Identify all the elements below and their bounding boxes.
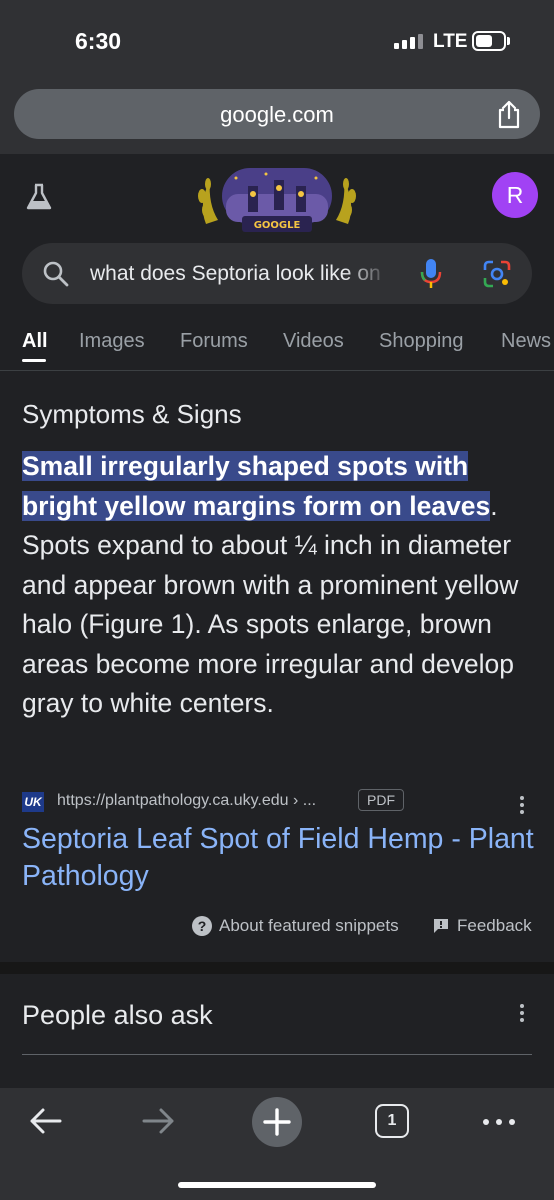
google-lens-icon[interactable]	[482, 259, 512, 289]
snippet-footer: ? About featured snippets Feedback	[0, 916, 554, 940]
about-snippets-link[interactable]: ? About featured snippets	[192, 916, 399, 936]
file-type-badge: PDF	[358, 789, 404, 811]
snippet-rest: . Spots expand to about ¼ inch in diamet…	[22, 490, 519, 719]
home-indicator[interactable]	[178, 1182, 376, 1188]
help-icon: ?	[192, 916, 212, 936]
paa-menu-icon[interactable]	[519, 1004, 525, 1025]
share-icon[interactable]	[496, 99, 522, 129]
tab-videos[interactable]: Videos	[283, 330, 344, 353]
tab-all[interactable]: All	[22, 330, 48, 353]
tabs-divider	[0, 370, 554, 371]
tab-forums[interactable]: Forums	[180, 330, 248, 353]
labs-flask-icon[interactable]	[24, 182, 54, 212]
network-label: LTE	[433, 31, 468, 52]
paa-divider	[22, 1054, 532, 1055]
result-title-link[interactable]: Septoria Leaf Spot of Field Hemp - Plant…	[22, 821, 534, 895]
active-tab-indicator	[22, 359, 46, 362]
tab-images[interactable]: Images	[79, 330, 145, 353]
source-url[interactable]: https://plantpathology.ca.uky.edu › ...	[57, 792, 316, 810]
about-snippets-label: About featured snippets	[219, 916, 399, 935]
snippet-highlight-line2: bright yellow margins form on leaves	[22, 490, 491, 521]
plus-icon	[263, 1108, 291, 1136]
snippet-heading: Symptoms & Signs	[22, 399, 242, 429]
address-bar[interactable]: google.com	[14, 89, 540, 139]
forward-arrow-icon[interactable]	[142, 1106, 176, 1136]
status-time: 6:30	[75, 28, 122, 54]
feedback-icon	[434, 919, 448, 933]
search-input[interactable]: what does Septoria look like on	[90, 262, 390, 286]
back-arrow-icon[interactable]	[28, 1106, 62, 1136]
status-bar: 6:30 LTE	[0, 0, 554, 82]
tab-shopping[interactable]: Shopping	[379, 330, 464, 353]
feedback-link[interactable]: Feedback	[432, 916, 532, 936]
signal-icon	[394, 34, 423, 49]
search-box[interactable]: what does Septoria look like on	[22, 243, 532, 304]
more-options-icon[interactable]	[483, 1119, 515, 1125]
source-favicon: UK	[22, 792, 44, 812]
new-tab-button[interactable]	[252, 1097, 302, 1147]
google-doodle-image[interactable]: GOOGLE	[196, 164, 358, 238]
result-source[interactable]: UK https://plantpathology.ca.uky.edu › .…	[22, 789, 534, 815]
account-avatar[interactable]: R	[492, 172, 538, 218]
result-menu-icon[interactable]	[519, 796, 525, 817]
snippet-highlight-line1: Small irregularly shaped spots with	[22, 451, 469, 481]
browser-toolbar: google.com	[0, 82, 554, 154]
snippet-text: Small irregularly shaped spots with brigh…	[22, 447, 534, 724]
url-text[interactable]: google.com	[14, 102, 540, 128]
battery-tip	[507, 37, 510, 45]
tab-switcher-button[interactable]: 1	[375, 1104, 409, 1138]
search-icon	[43, 261, 69, 287]
voice-search-icon[interactable]	[418, 257, 444, 291]
battery-icon	[472, 31, 506, 51]
search-tabs: All Images Forums Videos Shopping News	[0, 328, 554, 372]
doodle-text: GOOGLE	[254, 220, 301, 231]
people-also-ask-heading: People also ask	[22, 1000, 213, 1030]
feedback-label: Feedback	[457, 916, 532, 935]
section-separator	[0, 962, 554, 974]
tab-news[interactable]: News	[501, 330, 551, 353]
